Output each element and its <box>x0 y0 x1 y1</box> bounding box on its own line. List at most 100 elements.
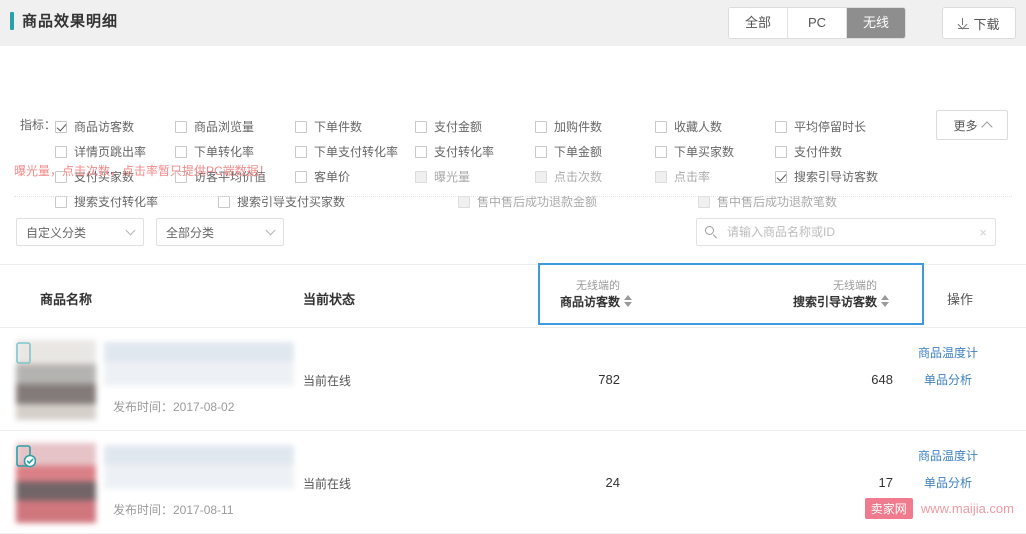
checkbox-icon[interactable] <box>175 145 187 158</box>
checkbox-icon[interactable] <box>655 170 667 183</box>
checkbox-icon[interactable] <box>415 170 427 183</box>
product-thumbnail[interactable] <box>16 443 96 523</box>
sort-visitors-icon[interactable] <box>624 295 633 310</box>
chevron-down-icon <box>265 225 276 236</box>
product-status: 当前在线 <box>303 374 352 388</box>
checkbox-icon[interactable] <box>775 170 787 183</box>
metric-visitors-value: 24 <box>605 475 620 490</box>
checkbox-icon[interactable] <box>775 120 787 133</box>
title-accent-bar <box>10 11 14 30</box>
metric-label: 点击次数 <box>554 170 603 184</box>
mobile-icon <box>16 342 31 364</box>
table-row: 发布时间：2017-08-02 当前在线 782 648 商品温度计 单品分析 <box>0 328 1026 431</box>
metric-checkbox-5[interactable]: 下单买家数 <box>655 143 775 160</box>
metrics-warning-text: 曝光量，点击次数，点击率暂只提供PC端数据！ <box>14 164 271 178</box>
metric-label: 支付转化率 <box>434 145 495 159</box>
more-metrics-button[interactable]: 更多 <box>936 110 1008 140</box>
metric-checkbox-6[interactable]: 平均停留时长 <box>775 118 895 135</box>
metric-checkbox-1[interactable]: 下单转化率 <box>175 143 295 160</box>
custom-category-value: 自定义分类 <box>26 225 87 240</box>
custom-category-select[interactable]: 自定义分类 <box>16 218 144 246</box>
metric-checkbox-4[interactable]: 点击次数 <box>535 168 655 185</box>
checkbox-icon[interactable] <box>175 120 187 133</box>
checkbox-icon[interactable] <box>655 145 667 158</box>
metrics-row: 商品访客数 商品浏览量 下单件数 支付金额 加购件数 收藏人数 平均停留时长 <box>55 114 955 139</box>
column-header-search-visitors[interactable]: 无线端的 搜索引导访客数 <box>793 278 890 310</box>
all-category-select[interactable]: 全部分类 <box>156 218 284 246</box>
checkbox-icon[interactable] <box>415 145 427 158</box>
page-title: 商品效果明细 <box>10 10 118 31</box>
watermark: 卖家网 www.maijia.com <box>864 498 1014 519</box>
metric-checkbox-0[interactable]: 详情页跳出率 <box>55 143 175 160</box>
table-header-row: 商品名称 当前状态 无线端的 商品访客数 无线端的 搜索引导访客数 操作 <box>0 263 1026 328</box>
metric-checkbox-5[interactable]: 点击率 <box>655 168 775 185</box>
column-header-search-visitors-sub: 无线端的 <box>833 280 878 292</box>
metric-label: 点击率 <box>674 170 711 184</box>
metric-label: 平均停留时长 <box>794 120 867 134</box>
search-input[interactable] <box>725 224 974 240</box>
metric-label: 支付件数 <box>794 145 843 159</box>
metric-label: 下单支付转化率 <box>314 145 399 159</box>
metric-checkbox-6[interactable]: 搜索引导访客数 <box>775 168 895 185</box>
checkbox-icon[interactable] <box>535 145 547 158</box>
metric-checkbox-3[interactable]: 曝光量 <box>415 168 535 185</box>
checkbox-icon[interactable] <box>295 145 307 158</box>
mobile-verified-icon <box>16 445 36 468</box>
checkbox-icon[interactable] <box>415 120 427 133</box>
metric-label: 下单买家数 <box>674 145 735 159</box>
checkbox-icon[interactable] <box>55 120 67 133</box>
checkbox-icon[interactable] <box>55 145 67 158</box>
metric-label: 收藏人数 <box>674 120 723 134</box>
single-product-analysis-link[interactable]: 单品分析 <box>918 371 978 388</box>
segment-wireless[interactable]: 无线 <box>847 8 905 38</box>
metric-label: 搜索引导访客数 <box>794 170 879 184</box>
product-thumbnail[interactable] <box>16 340 96 420</box>
checkbox-icon[interactable] <box>655 120 667 133</box>
row-actions: 商品温度计 单品分析 <box>918 344 978 388</box>
column-header-visitors[interactable]: 无线端的 商品访客数 <box>560 278 633 310</box>
metric-checkbox-6[interactable]: 支付件数 <box>775 143 895 160</box>
chevron-up-icon <box>980 120 993 133</box>
metric-visitors-value: 782 <box>598 372 620 387</box>
checkbox-icon[interactable] <box>295 120 307 133</box>
single-product-analysis-link[interactable]: 单品分析 <box>918 474 978 491</box>
metrics-row: 详情页跳出率 下单转化率 下单支付转化率 支付转化率 下单金额 下单买家数 支付件数 <box>55 139 955 164</box>
chevron-down-icon <box>125 225 136 236</box>
metric-checkbox-0[interactable]: 商品访客数 <box>55 118 175 135</box>
metric-label: 曝光量 <box>434 170 471 184</box>
checkbox-icon[interactable] <box>535 120 547 133</box>
column-header-visitors-sub: 无线端的 <box>576 280 621 292</box>
all-category-value: 全部分类 <box>166 225 215 240</box>
checkbox-icon[interactable] <box>295 170 307 183</box>
column-header-status: 当前状态 <box>303 292 356 307</box>
metric-checkbox-2[interactable]: 客单价 <box>295 168 415 185</box>
sort-search-visitors-icon[interactable] <box>881 295 890 310</box>
download-label: 下载 <box>973 16 1000 32</box>
metric-checkbox-3[interactable]: 支付金额 <box>415 118 535 135</box>
product-thermometer-link[interactable]: 商品温度计 <box>918 344 978 361</box>
segment-all[interactable]: 全部 <box>729 8 788 38</box>
device-segment-group[interactable]: 全部 PC 无线 <box>728 7 906 39</box>
metric-search-visitors-value: 648 <box>871 372 893 387</box>
segment-pc[interactable]: PC <box>788 8 847 38</box>
metric-checkbox-1[interactable]: 商品浏览量 <box>175 118 295 135</box>
metric-label: 下单金额 <box>554 145 603 159</box>
checkbox-icon[interactable] <box>775 145 787 158</box>
metric-checkbox-5[interactable]: 收藏人数 <box>655 118 775 135</box>
row-actions: 商品温度计 单品分析 <box>918 447 978 491</box>
search-box[interactable]: × <box>696 218 996 246</box>
product-thermometer-link[interactable]: 商品温度计 <box>918 447 978 464</box>
metric-checkbox-2[interactable]: 下单件数 <box>295 118 415 135</box>
metric-checkbox-2[interactable]: 下单支付转化率 <box>295 143 415 160</box>
product-name-blurred <box>104 342 294 386</box>
checkbox-icon[interactable] <box>535 170 547 183</box>
download-button[interactable]: 下载 <box>942 7 1016 39</box>
page-title-text: 商品效果明细 <box>22 13 119 30</box>
metric-checkbox-3[interactable]: 支付转化率 <box>415 143 535 160</box>
column-header-name: 商品名称 <box>40 292 93 307</box>
metric-checkbox-4[interactable]: 加购件数 <box>535 118 655 135</box>
metric-checkbox-4[interactable]: 下单金额 <box>535 143 655 160</box>
clear-search-icon[interactable]: × <box>973 225 987 240</box>
metrics-label: 指标： <box>20 118 57 132</box>
metric-label: 商品访客数 <box>74 120 135 134</box>
